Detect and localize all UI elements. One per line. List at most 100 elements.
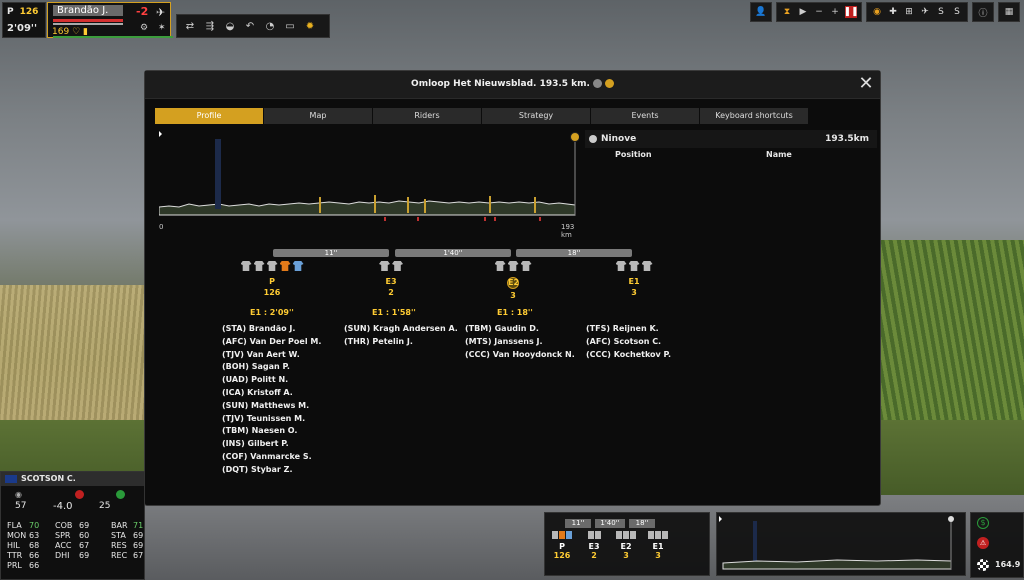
race-dialog: Omloop Het Nieuwsblad. 193.5 km. ✕ Profi… xyxy=(144,70,881,506)
order-toolbar: ⇄ ⇶ ◒ ↶ ◔ ▭ ✹ xyxy=(176,14,330,38)
mini-gap: 1'40'' xyxy=(595,519,625,528)
profile-icon[interactable]: 👤 xyxy=(755,6,767,18)
gap-bar: 1'40'' xyxy=(395,249,511,257)
settings-icon[interactable]: ▦ xyxy=(1003,6,1015,18)
rider-entry[interactable]: (TBM) Gaudin D. xyxy=(465,324,575,337)
u-turn-icon[interactable]: ↶ xyxy=(243,19,257,33)
rider-entry[interactable]: (COF) Vanmarcke S. xyxy=(222,452,321,465)
remaining-km: 164.9 xyxy=(995,560,1021,569)
heart-rate-icon: ◉ xyxy=(15,490,22,499)
play-icon[interactable]: ▶ xyxy=(797,6,809,18)
race-overview[interactable]: 11'' 1'40'' 18'' P 126 E3 2 E2 3 E1 3 xyxy=(544,512,710,576)
position-panel: P 126 2'09'' xyxy=(2,2,46,38)
pause-icon[interactable]: ❚❚ xyxy=(843,6,859,18)
sun-icon[interactable]: ✹ xyxy=(303,19,317,33)
rider-entry[interactable]: (BOH) Sagan P. xyxy=(222,362,321,375)
weather-icon xyxy=(592,79,602,88)
s2-icon[interactable]: S xyxy=(951,6,963,18)
rider-entry[interactable]: (CCC) Van Hooydonck N. xyxy=(465,350,575,363)
stat-label: PRL xyxy=(7,561,22,570)
helicopter-icon[interactable]: ✚ xyxy=(887,6,899,18)
tab-keyboard-shortcuts[interactable]: Keyboard shortcuts xyxy=(700,108,808,124)
tab-riders[interactable]: Riders xyxy=(373,108,481,124)
stat-value: 68 xyxy=(29,541,40,550)
stage-profile[interactable]: 0 193 km xyxy=(158,131,580,239)
rider-entry[interactable]: (INS) Gilbert P. xyxy=(222,439,321,452)
wheel-icon[interactable]: ◔ xyxy=(263,19,277,33)
pace-icon[interactable]: ▭ xyxy=(283,19,297,33)
mini-group-label: E2 xyxy=(620,542,632,551)
group-riders: (SUN) Kragh Andersen A. (THR) Petelin J. xyxy=(344,324,458,350)
stat-label: FLA xyxy=(7,521,22,530)
attack-icon[interactable]: ⇄ xyxy=(183,19,197,33)
minus-icon[interactable]: − xyxy=(813,6,825,18)
tab-events[interactable]: Events xyxy=(591,108,699,124)
stat-label: TTR xyxy=(7,551,23,560)
jersey-icon xyxy=(507,261,519,271)
stat-value: 66 xyxy=(29,561,40,570)
s-icon[interactable]: S xyxy=(935,6,947,18)
wind-icon: ✈ xyxy=(156,6,166,19)
jersey-icon xyxy=(292,261,304,271)
stat-value: 67 xyxy=(133,551,144,560)
mini-group-p: P 126 xyxy=(551,531,573,560)
hourglass-icon[interactable]: ⧗ xyxy=(781,6,793,18)
tab-map[interactable]: Map xyxy=(264,108,372,124)
rider-entry[interactable]: (AFC) Scotson C. xyxy=(586,337,671,350)
rider-entry[interactable]: (TBM) Naesen O. xyxy=(222,426,321,439)
rider-entry[interactable]: (SUN) Kragh Andersen A. xyxy=(344,324,458,337)
group-e2[interactable]: E2 3 xyxy=(493,261,533,300)
info-icon[interactable]: ⓘ xyxy=(977,6,989,19)
rider-entry[interactable]: (CCC) Kochetkov P. xyxy=(586,350,671,363)
plane-icon[interactable]: ✈ xyxy=(919,6,931,18)
tab-bar: Profile Map Riders Strategy Events Keybo… xyxy=(155,108,808,124)
rider-entry[interactable]: (THR) Petelin J. xyxy=(344,337,458,350)
group-riders: (TFS) Reijnen K. (AFC) Scotson C. (CCC) … xyxy=(586,324,671,362)
stat-value: 69 xyxy=(79,521,90,530)
stat-value: 66 xyxy=(29,551,40,560)
status-panel: $ ⚠ 164.9 xyxy=(970,512,1024,578)
rider-entry[interactable]: (DQT) Stybar Z. xyxy=(222,465,321,478)
rider-entry[interactable]: (STA) Brandão J. xyxy=(222,324,321,337)
profile-end-label: 193 km xyxy=(561,223,575,239)
rider-entry[interactable]: (SUN) Matthews M. xyxy=(222,401,321,414)
jersey-icon xyxy=(628,261,640,271)
tab-strategy[interactable]: Strategy xyxy=(482,108,590,124)
stat-value: 69 xyxy=(133,541,144,550)
group-e1[interactable]: E1 3 xyxy=(614,261,654,297)
mini-profile[interactable] xyxy=(716,512,966,576)
rider-card-name: SCOTSON C. xyxy=(21,474,76,483)
profile-graph xyxy=(158,131,580,221)
rider-entry[interactable]: (TJV) Teunissen M. xyxy=(222,414,321,427)
rider-entry[interactable]: (UAD) Politt N. xyxy=(222,375,321,388)
group-e3[interactable]: E3 2 xyxy=(371,261,411,297)
plus-icon[interactable]: + xyxy=(829,6,841,18)
rider-card[interactable]: SCOTSON C. ◉ 57 -4.0 25 FLA 70 COB 69 BAR 7… xyxy=(0,471,145,580)
rider-entry[interactable]: (MTS) Janssens J. xyxy=(465,337,575,350)
eye-icon[interactable]: ◉ xyxy=(871,6,883,18)
jersey-icon xyxy=(615,261,627,271)
jersey-icon xyxy=(559,531,565,539)
jersey-icon xyxy=(566,531,572,539)
group-p[interactable]: P 126 xyxy=(237,261,307,297)
time-gap: 2'09'' xyxy=(7,23,38,34)
jersey-icon xyxy=(279,261,291,271)
car-icon[interactable]: ⊞ xyxy=(903,6,915,18)
stat-label: COB xyxy=(55,521,73,530)
follow-icon[interactable]: ⇶ xyxy=(203,19,217,33)
rider-icon[interactable]: ◒ xyxy=(223,19,237,33)
slope-value: -4.0 xyxy=(53,501,73,512)
stat-label: REC xyxy=(111,551,128,560)
gap-bar: 11'' xyxy=(273,249,389,257)
stat-label: MON xyxy=(7,531,27,540)
rider-entry[interactable]: (TJV) Van Aert W. xyxy=(222,350,321,363)
close-icon[interactable]: ✕ xyxy=(856,75,876,95)
tab-profile[interactable]: Profile xyxy=(155,108,263,124)
rider-entry[interactable]: (AFC) Van Der Poel M. xyxy=(222,337,321,350)
rider-entry[interactable]: (ICA) Kristoff A. xyxy=(222,388,321,401)
gear-icon[interactable]: ⚙ xyxy=(140,23,148,33)
rider-entry[interactable]: (TFS) Reijnen K. xyxy=(586,324,671,337)
rider-stats: FLA 70 COB 69 BAR 71 MON 63 SPR 60 STA 69 HIL 6… xyxy=(7,521,153,570)
location-row: Ninove 193.5km xyxy=(585,130,877,148)
rider-panel[interactable]: Brandão J. -2 ✈ 169 ♡ ▮ ⚙ ✶ xyxy=(47,2,173,38)
